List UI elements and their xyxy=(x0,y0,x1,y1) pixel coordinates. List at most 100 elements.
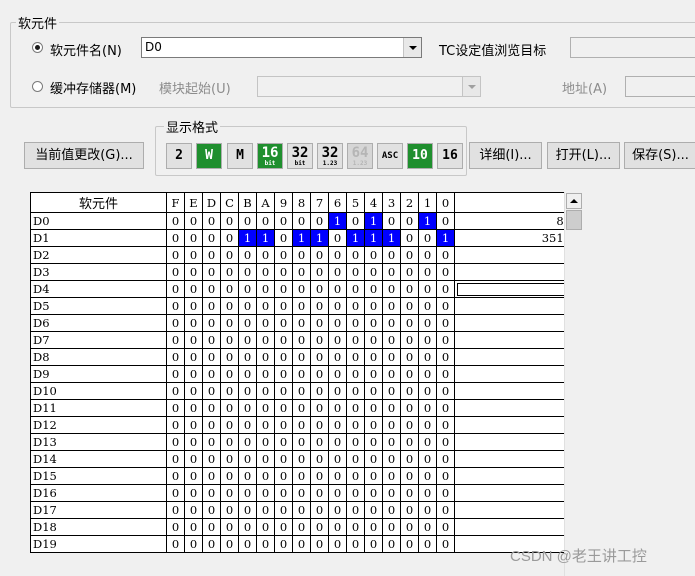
bit-cell[interactable]: 0 xyxy=(400,212,419,230)
bit-cell[interactable]: 0 xyxy=(364,450,383,468)
chevron-down-icon[interactable] xyxy=(462,77,480,96)
bit-cell[interactable]: 0 xyxy=(310,399,329,417)
bit-cell[interactable]: 0 xyxy=(346,331,365,349)
bit-cell[interactable]: 0 xyxy=(328,399,347,417)
scroll-thumb[interactable] xyxy=(566,210,582,230)
bit-cell[interactable]: 0 xyxy=(274,535,293,553)
bit-cell[interactable]: 0 xyxy=(382,484,401,502)
bit-cell[interactable]: 0 xyxy=(328,365,347,383)
bit-cell[interactable]: 0 xyxy=(400,348,419,366)
bit-cell[interactable]: 0 xyxy=(184,246,203,264)
bit-cell[interactable]: 0 xyxy=(418,433,437,451)
bit-cell[interactable]: 0 xyxy=(256,348,275,366)
table-row[interactable]: D400000000000000000 xyxy=(30,280,575,298)
bit-cell[interactable]: 0 xyxy=(400,314,419,332)
bit-cell[interactable]: 0 xyxy=(436,518,455,536)
bit-cell[interactable]: 1 xyxy=(292,229,311,247)
device-name-cell[interactable]: D8 xyxy=(30,348,167,366)
bit-cell[interactable]: 0 xyxy=(418,467,437,485)
bit-cell[interactable]: 0 xyxy=(382,331,401,349)
bit-cell[interactable]: 0 xyxy=(274,518,293,536)
bit-cell[interactable]: 0 xyxy=(256,314,275,332)
bit-cell[interactable]: 0 xyxy=(364,501,383,519)
value-cell[interactable]: 0 xyxy=(454,382,575,400)
bit-cell[interactable]: 0 xyxy=(418,518,437,536)
bit-cell[interactable]: 0 xyxy=(346,399,365,417)
bit-cell[interactable]: 0 xyxy=(256,365,275,383)
bit-cell[interactable]: 0 xyxy=(166,229,185,247)
open-button[interactable]: 打开(L)... xyxy=(547,142,620,169)
format-button-32real[interactable]: 32 1.23 xyxy=(317,143,343,169)
bit-cell[interactable]: 0 xyxy=(364,399,383,417)
bit-cell[interactable]: 0 xyxy=(184,501,203,519)
table-row[interactable]: D700000000000000000 xyxy=(30,331,575,349)
bit-cell[interactable]: 0 xyxy=(418,246,437,264)
bit-cell[interactable]: 0 xyxy=(238,314,257,332)
bit-cell[interactable]: 0 xyxy=(256,484,275,502)
bit-cell[interactable]: 0 xyxy=(256,331,275,349)
table-row[interactable]: D1400000000000000000 xyxy=(30,450,575,468)
table-row[interactable]: D600000000000000000 xyxy=(30,314,575,332)
bit-cell[interactable]: 0 xyxy=(238,348,257,366)
bit-cell[interactable]: 0 xyxy=(220,280,239,298)
bit-cell[interactable]: 0 xyxy=(202,314,221,332)
bit-cell[interactable]: 0 xyxy=(274,280,293,298)
bit-cell[interactable]: 0 xyxy=(256,280,275,298)
value-cell[interactable]: 0 xyxy=(454,331,575,349)
bit-cell[interactable]: 0 xyxy=(274,331,293,349)
bit-cell[interactable]: 0 xyxy=(238,246,257,264)
bit-cell[interactable]: 0 xyxy=(202,501,221,519)
bit-cell[interactable]: 0 xyxy=(382,263,401,281)
bit-cell[interactable]: 0 xyxy=(382,450,401,468)
bit-cell[interactable]: 0 xyxy=(238,365,257,383)
bit-cell[interactable]: 0 xyxy=(202,518,221,536)
device-name-cell[interactable]: D1 xyxy=(30,229,167,247)
bit-cell[interactable]: 0 xyxy=(436,399,455,417)
bit-cell[interactable]: 0 xyxy=(328,280,347,298)
device-name-cell[interactable]: D6 xyxy=(30,314,167,332)
bit-cell[interactable]: 0 xyxy=(220,535,239,553)
bit-cell[interactable]: 0 xyxy=(256,212,275,230)
bit-cell[interactable]: 0 xyxy=(220,518,239,536)
bit-cell[interactable]: 0 xyxy=(202,467,221,485)
bit-cell[interactable]: 0 xyxy=(220,297,239,315)
device-name-cell[interactable]: D19 xyxy=(30,535,167,553)
bit-cell[interactable]: 0 xyxy=(400,331,419,349)
bit-cell[interactable]: 0 xyxy=(346,246,365,264)
format-button-word[interactable]: W xyxy=(196,143,222,169)
bit-cell[interactable]: 0 xyxy=(418,331,437,349)
bit-cell[interactable]: 0 xyxy=(256,535,275,553)
bit-cell[interactable]: 0 xyxy=(310,246,329,264)
bit-cell[interactable]: 0 xyxy=(400,450,419,468)
bit-cell[interactable]: 0 xyxy=(238,416,257,434)
bit-cell[interactable]: 0 xyxy=(256,433,275,451)
bit-cell[interactable]: 0 xyxy=(328,501,347,519)
value-cell[interactable]: 0 xyxy=(454,246,575,264)
bit-cell[interactable]: 0 xyxy=(256,518,275,536)
bit-cell[interactable]: 1 xyxy=(346,229,365,247)
bit-cell[interactable]: 0 xyxy=(256,263,275,281)
value-cell[interactable]: 0 xyxy=(454,416,575,434)
bit-cell[interactable]: 0 xyxy=(400,467,419,485)
bit-cell[interactable]: 0 xyxy=(184,518,203,536)
bit-cell[interactable]: 0 xyxy=(274,484,293,502)
bit-cell[interactable]: 0 xyxy=(166,467,185,485)
bit-cell[interactable]: 0 xyxy=(310,467,329,485)
table-row[interactable]: D1700000000000000000 xyxy=(30,501,575,519)
value-cell[interactable]: 0 xyxy=(454,399,575,417)
bit-cell[interactable]: 0 xyxy=(184,263,203,281)
bit-cell[interactable]: 0 xyxy=(346,484,365,502)
table-row[interactable]: D1000000000000000000 xyxy=(30,382,575,400)
bit-cell[interactable]: 0 xyxy=(184,416,203,434)
bit-cell[interactable]: 0 xyxy=(328,535,347,553)
bit-cell[interactable]: 0 xyxy=(238,263,257,281)
bit-cell[interactable]: 0 xyxy=(310,365,329,383)
value-cell[interactable]: 0 xyxy=(454,484,575,502)
bit-cell[interactable]: 0 xyxy=(274,348,293,366)
bit-cell[interactable]: 0 xyxy=(400,484,419,502)
bit-cell[interactable]: 0 xyxy=(418,535,437,553)
bit-cell[interactable]: 0 xyxy=(418,297,437,315)
bit-cell[interactable]: 0 xyxy=(418,484,437,502)
bit-cell[interactable]: 0 xyxy=(310,280,329,298)
bit-cell[interactable]: 0 xyxy=(400,263,419,281)
